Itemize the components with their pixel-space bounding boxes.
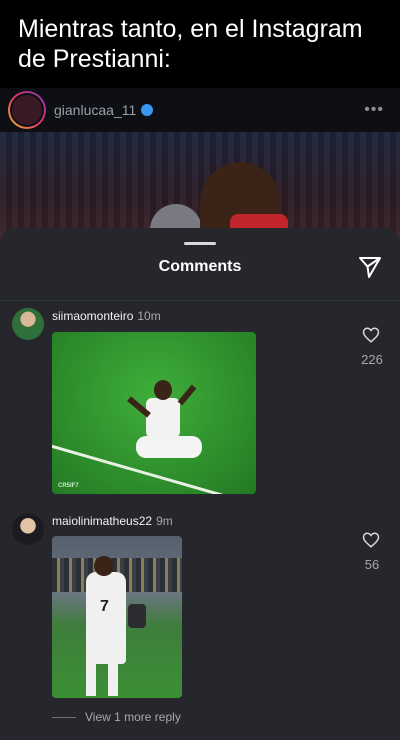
meme-caption: Mientras tanto, en el Instagram de Prest… <box>0 0 400 88</box>
comment-time: 10m <box>137 309 161 323</box>
sheet-divider <box>0 300 400 301</box>
post-username-text: gianlucaa_11 <box>54 102 137 118</box>
commenter-username[interactable]: siimaomonteiro <box>52 309 133 323</box>
post-author-avatar[interactable] <box>8 91 46 129</box>
sheet-title: Comments <box>158 258 242 275</box>
like-count: 56 <box>364 557 380 572</box>
caption-line-2: de Prestianni: <box>18 45 171 73</box>
commenter-avatar[interactable] <box>12 513 44 545</box>
commenter-username[interactable]: maiolinimatheus22 <box>52 514 152 528</box>
commenter-meta: siimaomonteiro 10m <box>52 309 161 323</box>
comment-time: 9m <box>156 514 173 528</box>
commenter-avatar[interactable] <box>12 308 44 340</box>
heart-icon[interactable] <box>362 531 380 549</box>
verified-icon <box>141 104 154 116</box>
comment-gif[interactable]: 7 <box>52 536 182 698</box>
comments-sheet: Comments siimaomonteiro 10m CR5IF7 226 ma… <box>0 228 400 740</box>
post-header: gianlucaa_11 ••• <box>0 88 400 132</box>
post-image <box>0 132 400 242</box>
view-more-replies-button[interactable]: View 1 more reply <box>85 710 181 724</box>
reply-divider <box>52 717 76 718</box>
caption-line-1: Mientras tanto, en el Instagram <box>18 15 363 43</box>
heart-icon[interactable] <box>362 326 380 344</box>
gif-watermark: CR5IF7 <box>58 483 79 489</box>
post-author-username[interactable]: gianlucaa_11 <box>54 102 154 118</box>
like-count: 226 <box>361 352 383 367</box>
commenter-meta: maiolinimatheus22 9m <box>52 514 173 528</box>
sheet-drag-handle[interactable] <box>184 242 216 245</box>
more-icon[interactable]: ••• <box>364 101 384 119</box>
comment-gif[interactable]: CR5IF7 <box>52 332 256 494</box>
send-icon[interactable] <box>358 255 382 279</box>
jersey-number: 7 <box>100 598 109 615</box>
